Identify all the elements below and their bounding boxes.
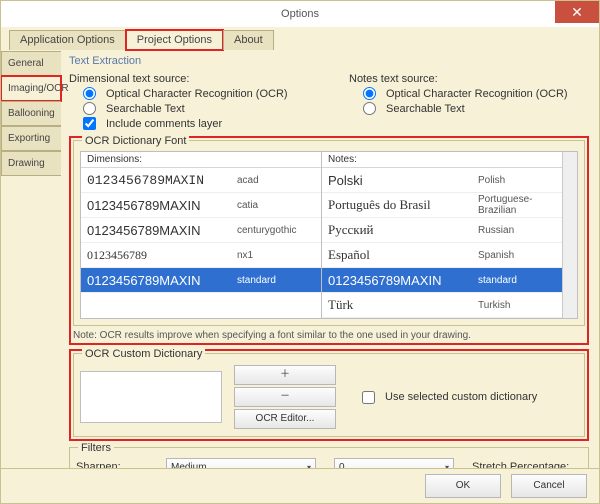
font-sample: 0123456789MAXIN [87, 223, 237, 238]
ocr-dictionary-font-highlight: OCR Dictionary Font Dimensions: 01234567… [69, 136, 589, 345]
custom-dictionary-list[interactable] [80, 371, 222, 423]
font-sample: Español [328, 247, 478, 263]
font-hint: Note: OCR results improve when specifyin… [73, 330, 585, 341]
text-extraction-group: Dimensional text source: Optical Charact… [69, 71, 589, 132]
notes-source-searchable-radio[interactable] [363, 102, 376, 115]
include-comments-checkbox[interactable] [83, 117, 96, 130]
include-comments-label: Include comments layer [106, 118, 222, 130]
ocr-dictionary-font-title: OCR Dictionary Font [82, 135, 189, 147]
sharpen-combo[interactable]: Medium [166, 458, 316, 468]
sharpen-label: Sharpen: [76, 461, 166, 468]
notes-source-ocr-radio[interactable] [363, 87, 376, 100]
ocr-editor-button[interactable]: OCR Editor... [234, 409, 336, 429]
ocr-custom-dictionary-title: OCR Custom Dictionary [82, 348, 205, 360]
notes-font-item[interactable]: 0123456789MAXINstandard [322, 268, 562, 293]
options-window: Options ✕ Application Options Project Op… [0, 0, 600, 504]
sidetab-imaging-ocr[interactable]: Imaging/OCR [1, 76, 61, 101]
content-area: Text Extraction Dimensional text source:… [61, 49, 599, 468]
dimensions-font-list[interactable]: Dimensions: 0123456789MAXINacad012345678… [81, 152, 321, 318]
filters-title: Filters [78, 442, 114, 454]
sidetab-ballooning[interactable]: Ballooning [1, 101, 61, 126]
dimensions-font-item[interactable]: 0123456789MAXINacad [81, 168, 321, 193]
notes-col-head: Notes: [322, 152, 562, 168]
text-extraction-title: Text Extraction [69, 55, 589, 67]
ocr-dictionary-font-section: OCR Dictionary Font Dimensions: 01234567… [73, 140, 585, 326]
dim-source-label: Dimensional text source: [69, 73, 189, 85]
font-name: catia [237, 200, 315, 211]
sidetab-general[interactable]: General [1, 51, 61, 76]
footer: OK Cancel [1, 468, 599, 503]
font-name: Polish [478, 175, 556, 186]
dimensions-font-item[interactable]: 0123456789nx1 [81, 243, 321, 268]
font-sample: 0123456789MAXIN [87, 173, 237, 188]
use-selected-dictionary-checkbox[interactable] [362, 391, 375, 404]
notes-font-item[interactable]: Português do BrasilPortuguese-Brazilian [322, 193, 562, 218]
dimensions-font-item[interactable]: 0123456789MAXINcatia [81, 193, 321, 218]
font-name: standard [237, 275, 315, 286]
ocr-custom-dictionary-highlight: OCR Custom Dictionary ＋ － OCR Editor... … [69, 349, 589, 441]
font-name: Russian [478, 225, 556, 236]
notes-font-item[interactable]: PolskiPolish [322, 168, 562, 193]
cancel-button[interactable]: Cancel [511, 474, 587, 498]
notes-font-item[interactable]: РусскийRussian [322, 218, 562, 243]
notes-font-list[interactable]: Notes: PolskiPolishPortuguês do BrasilPo… [321, 152, 562, 318]
font-sample: Português do Brasil [328, 197, 478, 213]
dim-source-ocr-radio[interactable] [83, 87, 96, 100]
dim-source-ocr-label: Optical Character Recognition (OCR) [106, 88, 288, 100]
font-sample: Polski [328, 173, 478, 188]
notes-font-item[interactable]: EspañolSpanish [322, 243, 562, 268]
font-sample: Türk [328, 297, 478, 313]
scrollbar[interactable] [562, 152, 577, 318]
remove-dictionary-button[interactable]: － [234, 387, 336, 407]
font-name: Turkish [478, 300, 556, 311]
font-lists: Dimensions: 0123456789MAXINacad012345678… [80, 151, 578, 319]
side-tabs: General Imaging/OCR Ballooning Exporting… [1, 49, 61, 468]
font-sample: Русский [328, 222, 478, 238]
font-name: Spanish [478, 250, 556, 261]
tab-application-options[interactable]: Application Options [9, 30, 126, 50]
notes-source-searchable-label: Searchable Text [386, 103, 465, 115]
ok-button[interactable]: OK [425, 474, 501, 498]
dimensions-font-item[interactable]: 0123456789MAXINcenturygothic [81, 218, 321, 243]
dimensions-col-head: Dimensions: [81, 152, 321, 168]
dim-source-searchable-radio[interactable] [83, 102, 96, 115]
filters-section: Filters Sharpen: Medium 0 Stretch Percen… [69, 447, 589, 468]
font-name: Portuguese-Brazilian [478, 194, 556, 216]
titlebar: Options ✕ [1, 1, 599, 27]
font-sample: 0123456789 [87, 248, 237, 263]
font-name: acad [237, 175, 315, 186]
body: General Imaging/OCR Ballooning Exporting… [1, 49, 599, 468]
font-name: standard [478, 275, 556, 286]
font-sample: 0123456789MAXIN [328, 273, 478, 288]
ocr-custom-dictionary-section: OCR Custom Dictionary ＋ － OCR Editor... … [73, 353, 585, 437]
dim-source-searchable-label: Searchable Text [106, 103, 185, 115]
tab-about[interactable]: About [223, 30, 274, 50]
window-title: Options [281, 8, 319, 20]
use-selected-dictionary-label: Use selected custom dictionary [385, 391, 537, 403]
stretch-percent-label: Stretch Percentage: [472, 461, 582, 468]
notes-source-label: Notes text source: [349, 73, 438, 85]
tab-project-options[interactable]: Project Options [126, 30, 223, 50]
top-tabs: Application Options Project Options Abou… [1, 27, 599, 49]
dimensions-font-item[interactable]: 0123456789MAXINstandard [81, 268, 321, 293]
font-sample: 0123456789MAXIN [87, 198, 237, 213]
sidetab-drawing[interactable]: Drawing [1, 151, 61, 176]
notes-source-ocr-label: Optical Character Recognition (OCR) [386, 88, 568, 100]
sidetab-exporting[interactable]: Exporting [1, 126, 61, 151]
add-dictionary-button[interactable]: ＋ [234, 365, 336, 385]
close-icon[interactable]: ✕ [555, 1, 599, 23]
font-name: nx1 [237, 250, 315, 261]
font-name: centurygothic [237, 225, 315, 236]
font-sample: 0123456789MAXIN [87, 273, 237, 288]
sharpen-num-combo[interactable]: 0 [334, 458, 454, 468]
notes-font-item[interactable]: TürkTurkish [322, 293, 562, 318]
